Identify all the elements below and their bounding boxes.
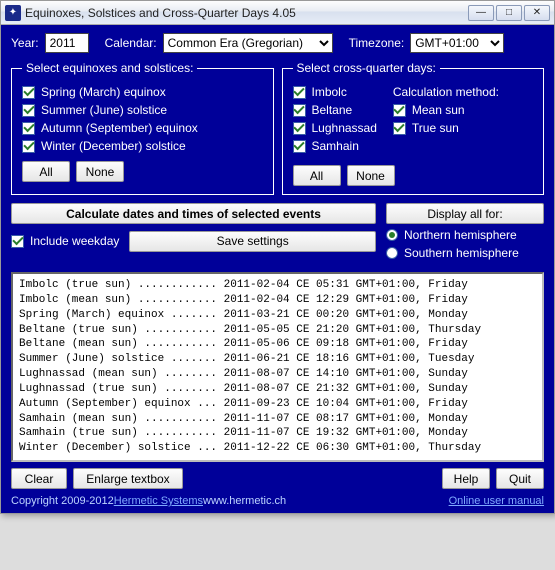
radio-icon[interactable]	[386, 247, 398, 259]
titlebar: ✦ Equinoxes, Solstices and Cross-Quarter…	[1, 1, 554, 25]
timezone-select[interactable]: GMT+01:00	[410, 33, 504, 53]
maximize-button[interactable]: □	[496, 5, 522, 21]
cb-label: Samhain	[312, 139, 359, 153]
app-icon: ✦	[5, 5, 21, 21]
cb-include-weekday[interactable]: Include weekday	[11, 234, 119, 248]
actions-left-sub: Include weekday Save settings	[11, 230, 376, 252]
crossquarter-legend: Select cross-quarter days:	[293, 61, 440, 75]
crossquarter-col-events: Imbolc Beltane Lughnassad Samhain	[293, 81, 377, 157]
crossquarter-col-method: Calculation method: Mean sun True sun	[393, 81, 499, 157]
cb-label: Beltane	[312, 103, 353, 117]
cb-label: True sun	[412, 121, 459, 135]
top-inputs-row: Year: Calendar: Common Era (Gregorian) T…	[11, 33, 544, 53]
save-settings-button[interactable]: Save settings	[129, 231, 376, 252]
quit-button[interactable]: Quit	[496, 468, 544, 489]
checkbox-icon[interactable]	[393, 104, 406, 117]
year-label: Year:	[11, 36, 39, 50]
output-textbox[interactable]: Imbolc (true sun) ............ 2011-02-0…	[11, 272, 544, 462]
cb-beltane[interactable]: Beltane	[293, 103, 377, 117]
checkbox-icon[interactable]	[293, 104, 306, 117]
cb-samhain[interactable]: Samhain	[293, 139, 377, 153]
cb-label: Winter (December) solstice	[41, 139, 186, 153]
checkbox-icon[interactable]	[22, 122, 35, 135]
close-button[interactable]: ✕	[524, 5, 550, 21]
actions-left: Calculate dates and times of selected ev…	[11, 203, 376, 264]
company-link[interactable]: Hermetic Systems	[114, 495, 203, 507]
cb-label: Spring (March) equinox	[41, 85, 166, 99]
checkbox-icon[interactable]	[293, 86, 306, 99]
cb-label: Mean sun	[412, 103, 465, 117]
footer-url: www.hermetic.ch	[203, 495, 286, 507]
cb-label: Summer (June) solstice	[41, 103, 167, 117]
radio-label: Southern hemisphere	[404, 246, 519, 260]
cb-spring[interactable]: Spring (March) equinox	[22, 85, 263, 99]
window-buttons: — □ ✕	[468, 5, 550, 21]
minimize-button[interactable]: —	[468, 5, 494, 21]
radio-icon[interactable]	[386, 229, 398, 241]
radio-label: Northern hemisphere	[404, 228, 517, 242]
equinox-all-button[interactable]: All	[22, 161, 70, 182]
cb-label: Lughnassad	[312, 121, 377, 135]
groups-row: Select equinoxes and solstices: Spring (…	[11, 61, 544, 195]
display-all-button[interactable]: Display all for:	[386, 203, 544, 224]
window-title: Equinoxes, Solstices and Cross-Quarter D…	[25, 6, 468, 20]
cb-lughnassad[interactable]: Lughnassad	[293, 121, 377, 135]
actions-row: Calculate dates and times of selected ev…	[11, 203, 544, 264]
equinox-legend: Select equinoxes and solstices:	[22, 61, 197, 75]
calculate-button[interactable]: Calculate dates and times of selected ev…	[11, 203, 376, 224]
cb-winter[interactable]: Winter (December) solstice	[22, 139, 263, 153]
cb-label: Imbolc	[312, 85, 347, 99]
bottom-buttons: Clear Enlarge textbox Help Quit	[11, 468, 544, 489]
method-label: Calculation method:	[393, 85, 499, 99]
calendar-label: Calendar:	[105, 36, 157, 50]
copyright-text: Copyright 2009-2012	[11, 495, 114, 507]
manual-link[interactable]: Online user manual	[449, 495, 544, 507]
clear-button[interactable]: Clear	[11, 468, 67, 489]
checkbox-icon[interactable]	[22, 86, 35, 99]
app-window: ✦ Equinoxes, Solstices and Cross-Quarter…	[0, 0, 555, 514]
crossquarter-none-button[interactable]: None	[347, 165, 395, 186]
checkbox-icon[interactable]	[393, 122, 406, 135]
checkbox-icon[interactable]	[293, 122, 306, 135]
radio-southern[interactable]: Southern hemisphere	[386, 246, 544, 260]
radio-northern[interactable]: Northern hemisphere	[386, 228, 544, 242]
checkbox-icon[interactable]	[22, 104, 35, 117]
year-input[interactable]	[45, 33, 89, 53]
equinox-group: Select equinoxes and solstices: Spring (…	[11, 61, 274, 195]
checkbox-icon[interactable]	[11, 235, 24, 248]
crossquarter-body: Imbolc Beltane Lughnassad Samhain Calcul…	[293, 81, 534, 157]
hemisphere-radios: Northern hemisphere Southern hemisphere	[386, 228, 544, 260]
actions-right: Display all for: Northern hemisphere Sou…	[386, 203, 544, 264]
calendar-select[interactable]: Common Era (Gregorian)	[163, 33, 333, 53]
checkbox-icon[interactable]	[293, 140, 306, 153]
equinox-allnone: All None	[22, 161, 263, 182]
cb-mean-sun[interactable]: Mean sun	[393, 103, 499, 117]
cb-label: Include weekday	[30, 234, 119, 248]
cb-true-sun[interactable]: True sun	[393, 121, 499, 135]
cb-summer[interactable]: Summer (June) solstice	[22, 103, 263, 117]
timezone-label: Timezone:	[349, 36, 405, 50]
help-button[interactable]: Help	[442, 468, 490, 489]
cb-autumn[interactable]: Autumn (September) equinox	[22, 121, 263, 135]
equinox-none-button[interactable]: None	[76, 161, 124, 182]
cb-label: Autumn (September) equinox	[41, 121, 198, 135]
crossquarter-allnone: All None	[293, 165, 534, 186]
client-area: Year: Calendar: Common Era (Gregorian) T…	[1, 25, 554, 513]
footer: Copyright 2009-2012 Hermetic Systems www…	[11, 495, 544, 507]
cb-imbolc[interactable]: Imbolc	[293, 85, 377, 99]
enlarge-button[interactable]: Enlarge textbox	[73, 468, 183, 489]
crossquarter-all-button[interactable]: All	[293, 165, 341, 186]
crossquarter-group: Select cross-quarter days: Imbolc Beltan…	[282, 61, 545, 195]
checkbox-icon[interactable]	[22, 140, 35, 153]
